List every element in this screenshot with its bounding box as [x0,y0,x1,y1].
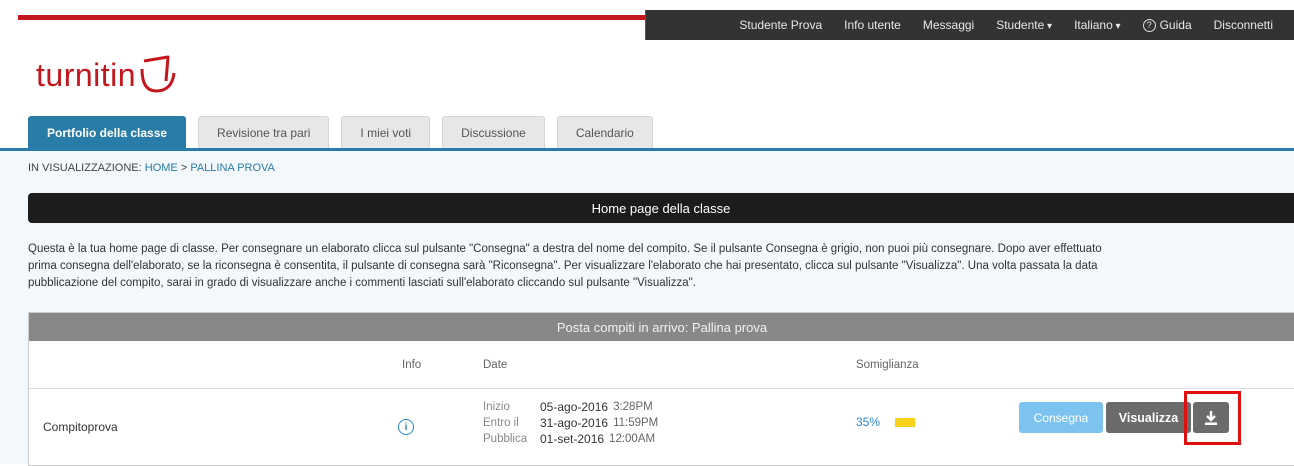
logo-page-icon [140,55,176,93]
similarity-percent: 35% [856,415,881,429]
post-label: Pubblica [483,433,528,445]
due-label: Entro il [483,417,519,429]
start-time: 3:28PM [613,401,653,413]
page-title: Home page della classe [28,193,1294,223]
top-bar: Studente Prova Info utente Messaggi Stud… [0,10,1294,44]
post-time: 12:00AM [609,433,656,445]
role-dropdown[interactable]: Studente [985,18,1063,32]
column-info: Info [402,359,422,371]
help-label: Guida [1159,18,1192,32]
similarity-color-bar [895,417,916,427]
turnitin-logo[interactable]: turnitin [36,50,180,100]
main-content: IN VISUALIZZAZIONE: HOME > PALLINA PROVA… [0,151,1294,466]
column-date: Date [483,359,508,371]
info-icon[interactable]: i [398,419,414,435]
view-button[interactable]: Visualizza [1106,402,1191,433]
tab-peer-review[interactable]: Revisione tra pari [198,116,330,149]
inbox-title: Posta compiti in arrivo: Pallina prova [29,313,1294,341]
intro-line-2: prima consegna dell'elaborato, se la ric… [28,260,1098,272]
assignment-inbox: Posta compiti in arrivo: Pallina prova I… [28,312,1294,466]
tab-my-grades[interactable]: I miei voti [341,116,431,149]
user-menu-bar: Studente Prova Info utente Messaggi Stud… [645,10,1294,40]
tab-discussion[interactable]: Discussione [442,116,545,149]
role-dropdown-label: Studente [996,18,1045,32]
assignment-dates: Inizio 05-ago-2016 3:28PM Entro il 31-ago-2… [483,399,658,447]
class-tabs: Portfolio della classe Revisione tra par… [28,116,653,149]
logout-link[interactable]: Disconnetti [1203,18,1284,32]
submit-button[interactable]: Consegna [1019,402,1103,433]
messages-link[interactable]: Messaggi [912,18,985,32]
intro-line-3: pubblicazione del compito, sarai in grad… [28,277,696,289]
breadcrumb-prefix: IN VISUALIZZAZIONE: [28,162,142,174]
help-icon: ? [1142,19,1156,32]
similarity-score[interactable]: 35% [856,415,916,429]
assignment-name: Compitoprova [43,420,118,434]
breadcrumb: IN VISUALIZZAZIONE: HOME > PALLINA PROVA [28,162,275,174]
user-name-link[interactable]: Studente Prova [728,18,833,32]
due-time: 11:59PM [613,417,659,429]
breadcrumb-current: PALLINA PROVA [190,162,275,174]
help-link[interactable]: ? Guida [1132,18,1203,32]
column-similarity: Somiglianza [856,359,919,371]
inbox-header-row: Info Date Somiglianza [29,342,1294,389]
start-date: 05-ago-2016 [540,400,609,414]
due-date: 31-ago-2016 [540,416,609,430]
breadcrumb-home-link[interactable]: HOME [145,162,178,174]
tab-class-portfolio[interactable]: Portfolio della classe [28,116,187,149]
start-label: Inizio [483,401,510,413]
table-row: Compitoprova i Inizio 05-ago-2016 3:28PM E… [29,389,1294,465]
intro-line-1: Questa è la tua home page di classe. Per… [28,243,1102,255]
highlight-box [1184,391,1241,445]
tab-calendar[interactable]: Calendario [556,116,653,149]
post-date: 01-set-2016 [540,432,605,446]
logo-text: turnitin [36,56,137,93]
breadcrumb-separator: > [180,162,188,174]
user-info-link[interactable]: Info utente [833,18,912,32]
language-dropdown-label: Italiano [1074,18,1113,32]
brand-stripe [18,15,668,20]
intro-text: Questa è la tua home page di classe. Per… [28,241,1294,292]
language-dropdown[interactable]: Italiano [1063,18,1132,32]
